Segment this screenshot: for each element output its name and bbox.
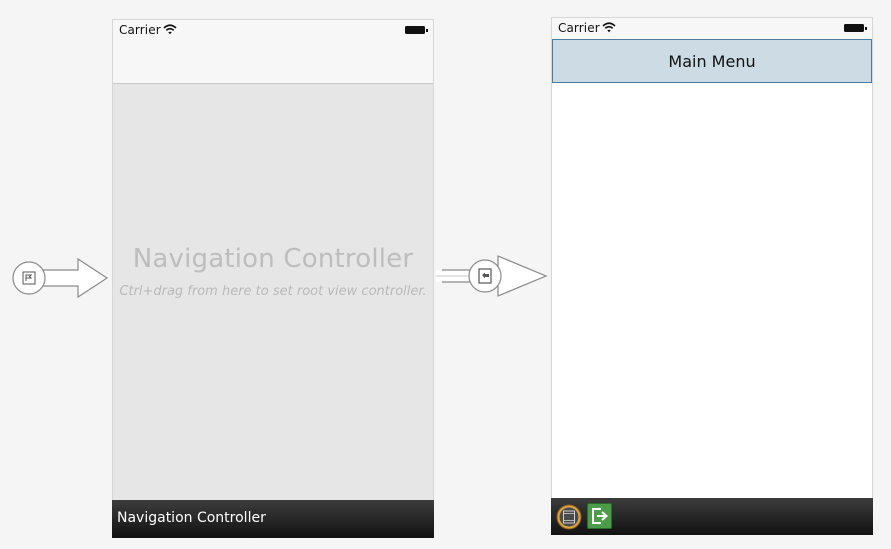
navigation-controller-scene[interactable]: Carrier Navigation Controller Ctrl+drag … [112,19,434,538]
scene-dock[interactable]: Navigation Controller [112,500,434,538]
main-menu-header[interactable]: Main Menu [552,39,872,83]
battery-icon [405,26,428,34]
main-menu-title: Main Menu [668,52,756,71]
relationship-segue-arrow[interactable] [436,254,550,298]
scene-dock[interactable] [551,498,873,535]
navigation-bar [113,41,433,84]
wifi-icon [163,24,177,35]
carrier-label: Carrier [558,21,600,35]
exit-icon[interactable] [587,503,612,529]
placeholder-title: Navigation Controller [132,244,414,274]
initial-view-controller-arrow[interactable] [10,256,110,300]
battery-icon [844,24,867,32]
carrier-label: Carrier [119,23,161,37]
status-bar: Carrier [552,18,872,39]
status-bar: Carrier [113,20,433,41]
scene-dock-label: Navigation Controller [117,510,266,526]
placeholder-hint: Ctrl+drag from here to set root view con… [119,284,427,299]
main-menu-scene[interactable]: Carrier Main Menu [551,17,873,535]
root-view-controller-relationship-icon [478,268,492,284]
wifi-icon [602,22,616,33]
entry-point-icon [22,271,36,285]
view-controller-icon[interactable] [556,504,582,530]
